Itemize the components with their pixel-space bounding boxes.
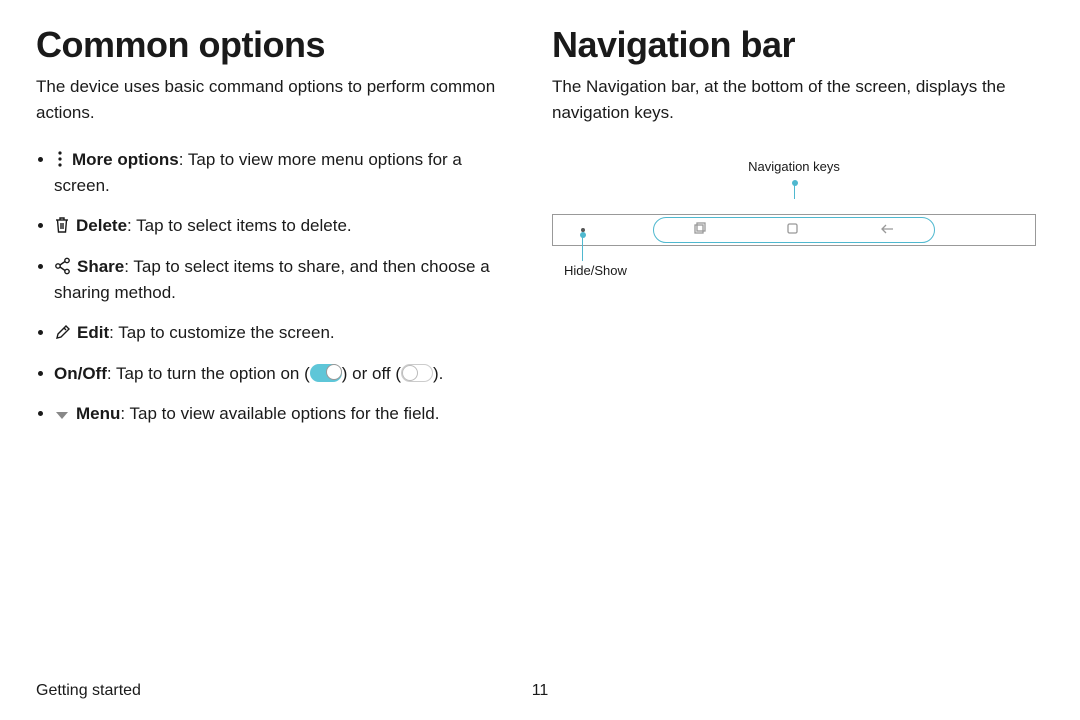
delete-icon (54, 216, 70, 234)
more-options-icon (54, 150, 66, 168)
menu-icon (54, 410, 70, 422)
navigation-bar-heading: Navigation bar (552, 24, 1036, 66)
back-key-icon (879, 222, 895, 238)
list-item: Share: Tap to select items to share, and… (36, 254, 516, 307)
page-footer: Getting started 11 (36, 682, 1044, 700)
common-options-list: More options: Tap to view more menu opti… (36, 147, 516, 428)
share-icon (54, 257, 71, 275)
list-item: Delete: Tap to select items to delete. (36, 213, 516, 239)
navigation-bar-diagram: Navigation keys (552, 159, 1036, 319)
navkeys-capsule (653, 217, 935, 243)
onoff-mid: ) or off ( (342, 364, 401, 383)
onoff-label: On/Off (54, 364, 107, 383)
menu-text: : Tap to view available options for the … (120, 404, 439, 423)
edit-text: : Tap to customize the screen. (109, 323, 335, 342)
navbar-outline (552, 214, 1036, 246)
common-options-intro: The device uses basic command options to… (36, 74, 516, 127)
callout-line-bottom (582, 233, 583, 261)
list-item: More options: Tap to view more menu opti… (36, 147, 516, 200)
list-item: On/Off: Tap to turn the option on ( ) or … (36, 361, 516, 387)
menu-label: Menu (76, 404, 120, 423)
recents-key-icon (693, 221, 707, 238)
hide-show-dot-zone (553, 215, 613, 245)
delete-label: Delete (76, 216, 127, 235)
toggle-off-icon (401, 364, 433, 382)
toggle-on-icon (310, 364, 342, 382)
share-label: Share (77, 257, 124, 276)
list-item: Menu: Tap to view available options for … (36, 401, 516, 427)
onoff-post: ). (433, 364, 443, 383)
hideshow-label: Hide/Show (564, 263, 627, 278)
more-options-label: More options (72, 150, 179, 169)
navkeys-label: Navigation keys (552, 159, 1036, 174)
footer-page-number: 11 (532, 682, 549, 700)
home-key-icon (786, 222, 799, 238)
edit-label: Edit (77, 323, 109, 342)
delete-text: : Tap to select items to delete. (127, 216, 352, 235)
navigation-bar-intro: The Navigation bar, at the bottom of the… (552, 74, 1036, 127)
callout-line-top (794, 181, 795, 199)
list-item: Edit: Tap to customize the screen. (36, 320, 516, 346)
onoff-pre: : Tap to turn the option on ( (107, 364, 310, 383)
common-options-heading: Common options (36, 24, 516, 66)
edit-icon (54, 323, 71, 341)
